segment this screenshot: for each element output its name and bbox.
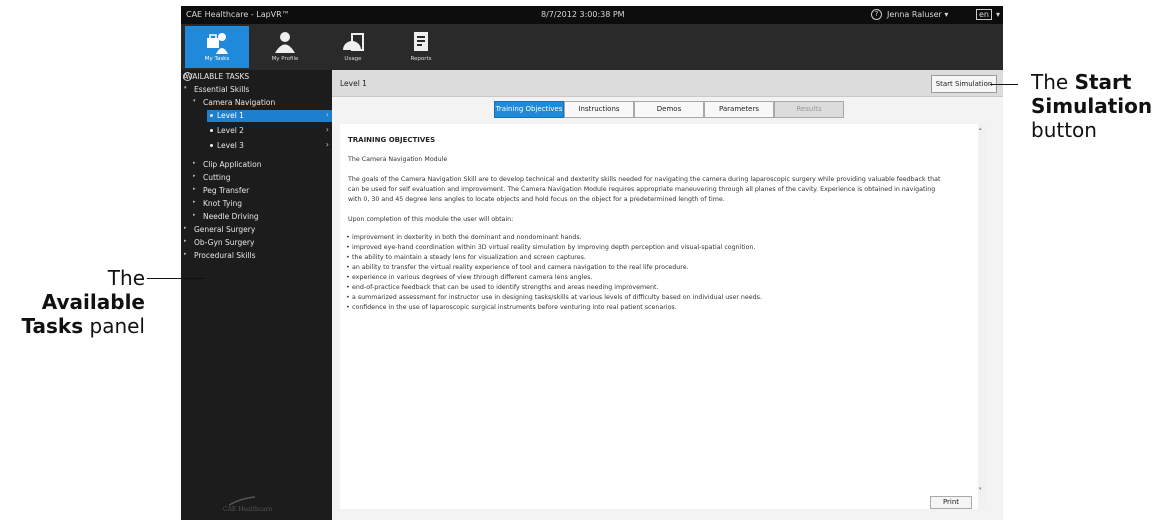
- usage-icon: [343, 33, 364, 51]
- start-simulation-callout: The Start Simulation button: [1031, 70, 1153, 142]
- level-header: Level 1 Start Simulation: [332, 70, 1003, 97]
- collapse-icon[interactable]: ‹: [183, 72, 192, 81]
- upon-completion-text: Upon completion of this module the user …: [348, 216, 514, 223]
- tab-demos[interactable]: Demos: [634, 101, 704, 118]
- bullet-item: experience in various degrees of view th…: [346, 274, 593, 281]
- bullet-item: the ability to maintain a steady lens fo…: [346, 254, 586, 261]
- bullet-item: improved eye-hand coordination within 3D…: [346, 244, 755, 251]
- scroll-up-icon[interactable]: ▴: [979, 126, 982, 132]
- tree-item-level-2[interactable]: Level 2 ›: [181, 125, 332, 137]
- toolbar-label: Usage: [344, 56, 362, 62]
- tree-item-procedural-skills[interactable]: ▸ Procedural Skills: [181, 250, 332, 262]
- level-title: Level 1: [340, 79, 367, 88]
- tree-item-needle-driving[interactable]: ▸ Needle Driving: [181, 211, 332, 223]
- bullet-item: confidence in the use of laparoscopic su…: [346, 304, 677, 311]
- scroll-down-icon[interactable]: ▾: [979, 486, 982, 492]
- toolbar: My Tasks My Profile Usage Reports: [181, 24, 1003, 71]
- bullet-item: improvement in dexterity in both the dom…: [346, 234, 582, 241]
- available-tasks-callout: The Available Tasks panel: [21, 266, 145, 338]
- profile-icon: [275, 32, 295, 53]
- app-title: CAE Healthcare - LapVR™: [186, 10, 290, 19]
- available-tasks-panel: AVAILABLE TASKS ‹ ▾ Essential Skills ▾ Cam…: [181, 70, 332, 520]
- tree-item-peg-transfer[interactable]: ▸ Peg Transfer: [181, 185, 332, 197]
- help-circle-icon[interactable]: ?: [871, 9, 882, 20]
- title-bar: CAE Healthcare - LapVR™ 8/7/2012 3:00:38…: [181, 6, 1003, 24]
- language-select[interactable]: en: [976, 9, 992, 20]
- app-window: CAE Healthcare - LapVR™ 8/7/2012 3:00:38…: [181, 6, 1003, 520]
- tree-item-clip-application[interactable]: ▸ Clip Application: [181, 159, 332, 171]
- tree-item-cutting[interactable]: ▸ Cutting: [181, 172, 332, 184]
- content-area: TRAINING OBJECTIVES The Camera Navigatio…: [340, 124, 986, 509]
- start-callout-line: [990, 84, 1018, 85]
- bullet-item: an ability to transfer the virtual reali…: [346, 264, 689, 271]
- section-heading: TRAINING OBJECTIVES: [348, 136, 436, 144]
- user-name: Jenna Raluser: [887, 10, 942, 19]
- start-simulation-button[interactable]: Start Simulation: [931, 75, 997, 93]
- tab-parameters[interactable]: Parameters: [704, 101, 774, 118]
- cae-swoosh-icon: [228, 496, 256, 506]
- chevron-right-icon: ›: [325, 140, 329, 149]
- scrollbar[interactable]: ▴ ▾: [978, 124, 986, 509]
- language-chevron-icon[interactable]: ▾: [996, 10, 1000, 19]
- bullet-item: a summarized assessment for instructor u…: [346, 294, 762, 301]
- tab-training-objectives[interactable]: Training Objectives: [494, 101, 564, 118]
- chevron-right-icon: ›: [325, 110, 329, 119]
- tree-item-camera-navigation[interactable]: ▾ Camera Navigation: [181, 97, 332, 109]
- sidebar-header: AVAILABLE TASKS ‹: [181, 70, 332, 83]
- tree-item-level-3[interactable]: Level 3 ›: [181, 140, 332, 152]
- tasks-icon: [207, 33, 228, 54]
- tree-item-level-1[interactable]: Level 1 ›: [207, 110, 332, 122]
- toolbar-label: Reports: [410, 56, 432, 62]
- toolbar-label: My Tasks: [204, 56, 230, 62]
- tree-item-essential-skills[interactable]: ▾ Essential Skills: [181, 84, 332, 96]
- toolbar-my-profile[interactable]: My Profile: [253, 26, 317, 68]
- cae-logo: CAE Healthcare: [223, 496, 272, 513]
- tasks-callout-line: [147, 278, 205, 279]
- chevron-right-icon: ›: [325, 125, 329, 134]
- print-button[interactable]: Print: [930, 496, 972, 509]
- sidebar-heading: AVAILABLE TASKS: [183, 72, 250, 81]
- tree-item-knot-tying[interactable]: ▸ Knot Tying: [181, 198, 332, 210]
- tree-item-general-surgery[interactable]: ▸ General Surgery: [181, 224, 332, 236]
- tab-instructions[interactable]: Instructions: [564, 101, 634, 118]
- paragraph-line: The goals of the Camera Navigation Skill…: [348, 176, 941, 183]
- datetime: 8/7/2012 3:00:38 PM: [541, 10, 625, 19]
- toolbar-reports[interactable]: Reports: [389, 26, 453, 68]
- bullet-item: end-of-practice feedback that can be use…: [346, 284, 658, 291]
- tab-results: Results: [774, 101, 844, 118]
- user-menu[interactable]: Jenna Raluser ▾: [887, 10, 948, 19]
- main-panel: Level 1 Start Simulation Training Object…: [332, 70, 1003, 520]
- paragraph-line: can be used for self evaluation and impr…: [348, 186, 936, 193]
- toolbar-my-tasks[interactable]: My Tasks: [185, 26, 249, 68]
- reports-icon: [414, 32, 428, 51]
- toolbar-usage[interactable]: Usage: [321, 26, 385, 68]
- paragraph-line: with 0, 30 and 45 degree lens angles to …: [348, 196, 725, 203]
- toolbar-label: My Profile: [271, 56, 299, 62]
- module-name: The Camera Navigation Module: [348, 156, 448, 163]
- tree-item-ob-gyn-surgery[interactable]: ▸ Ob-Gyn Surgery: [181, 237, 332, 249]
